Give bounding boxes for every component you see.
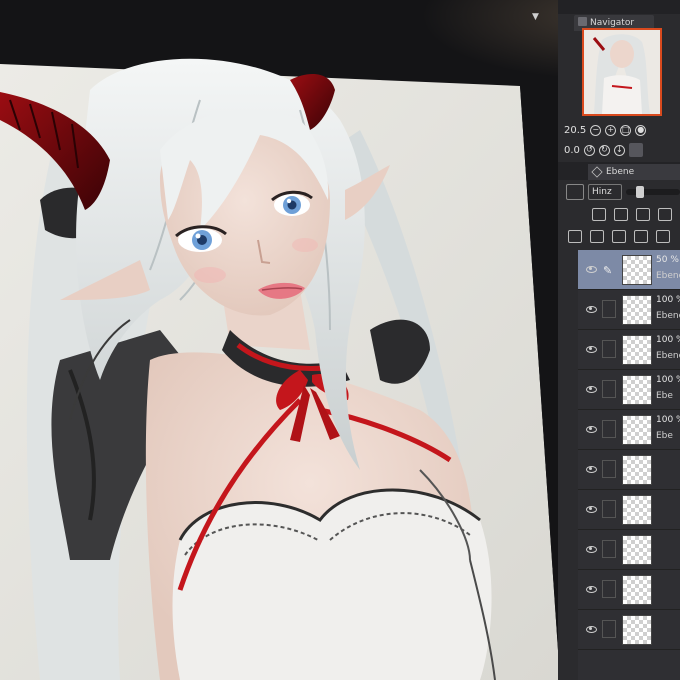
- rotate-left-icon[interactable]: ↺: [583, 144, 595, 156]
- navigator-rotation-row: 0.0 ↺ ↻ ↓: [560, 140, 680, 160]
- navigator-preview[interactable]: [582, 28, 662, 116]
- merge-icon[interactable]: [634, 229, 648, 243]
- eye-icon[interactable]: [586, 626, 597, 633]
- tab-layer[interactable]: Ebene: [588, 164, 680, 180]
- layer-color-box[interactable]: [566, 184, 584, 200]
- layer-name: Ebene: [656, 271, 680, 281]
- flip-icon[interactable]: [628, 143, 643, 157]
- copy-layer-icon[interactable]: [612, 229, 626, 243]
- layer-sub-box: [602, 340, 616, 358]
- lock-alpha-icon[interactable]: [658, 207, 672, 221]
- layer-sub-box: [602, 460, 616, 478]
- layer-row[interactable]: 100 % Ebene: [578, 290, 680, 330]
- layer-row[interactable]: ✎ 50 % H Ebene: [578, 250, 680, 290]
- eye-icon[interactable]: [586, 586, 597, 593]
- layer-row[interactable]: 100 % Ebe: [578, 410, 680, 450]
- drawing-canvas[interactable]: [0, 0, 560, 680]
- lock-icon[interactable]: [636, 207, 650, 221]
- zoom-value: 20.5: [564, 124, 587, 136]
- navigator-tab-label: Navigator: [590, 18, 635, 28]
- layer-sub-box: [602, 300, 616, 318]
- delete-icon[interactable]: [656, 229, 670, 243]
- layer-sub-box: [602, 420, 616, 438]
- eye-icon[interactable]: [586, 506, 597, 513]
- zoom-in-icon[interactable]: +: [605, 124, 617, 136]
- layer-thumbnail: [622, 375, 652, 405]
- clip-icon[interactable]: [592, 207, 606, 221]
- layer-thumbnail: [622, 335, 652, 365]
- layer-opacity: 100 %: [656, 295, 680, 305]
- opacity-slider-knob[interactable]: [636, 186, 644, 198]
- reference-icon[interactable]: [614, 207, 628, 221]
- layer-opacity: 100 %: [656, 415, 680, 425]
- layer-sub-box: [602, 380, 616, 398]
- opacity-slider[interactable]: [626, 186, 680, 198]
- layer-row[interactable]: 100 % Ebene: [578, 330, 680, 370]
- layer-thumbnail: [622, 615, 652, 645]
- chevron-down-icon[interactable]: ▼: [532, 12, 539, 22]
- layer-tool-row-1: [592, 204, 672, 224]
- layer-thumbnail: [622, 455, 652, 485]
- layer-opacity: 100 %: [656, 375, 680, 385]
- layer-row[interactable]: [578, 490, 680, 530]
- layer-row[interactable]: [578, 610, 680, 650]
- layer-thumbnail: [622, 495, 652, 525]
- layer-name: Ebene: [656, 351, 680, 361]
- layer-list[interactable]: ✎ 50 % H Ebene 100 % Ebene 100 % Ebene 1…: [578, 250, 680, 680]
- layer-row[interactable]: [578, 450, 680, 490]
- navigator-zoom-row: 20.5 − + □ ●: [560, 120, 680, 140]
- layer-name: Ebe: [656, 431, 673, 441]
- layer-tab-label: Ebene: [606, 167, 635, 177]
- layer-sub-box: [602, 540, 616, 558]
- layer-thumbnail: [622, 295, 652, 325]
- layer-thumbnail: [622, 415, 652, 445]
- eye-icon[interactable]: [586, 546, 597, 553]
- layer-thumbnail: [622, 535, 652, 565]
- zoom-out-icon[interactable]: −: [590, 124, 602, 136]
- layer-icon: [591, 166, 603, 178]
- navigator-thumbnail: [584, 30, 660, 114]
- layer-sub-box: [602, 620, 616, 638]
- pen-icon: ✎: [603, 264, 613, 277]
- eye-icon[interactable]: [586, 306, 597, 313]
- eye-icon[interactable]: [586, 426, 597, 433]
- new-layer-icon[interactable]: [568, 229, 582, 243]
- eye-icon[interactable]: [586, 386, 597, 393]
- reset-zoom-icon[interactable]: ●: [635, 124, 647, 136]
- folder-icon[interactable]: [590, 229, 604, 243]
- reset-icon[interactable]: ↓: [613, 144, 625, 156]
- panel-top-strip: [558, 0, 680, 14]
- layer-thumbnail: [622, 575, 652, 605]
- layer-sub-box: [602, 580, 616, 598]
- artwork-illustration: [0, 0, 560, 680]
- blend-row: Hinz: [566, 182, 680, 202]
- layer-row[interactable]: [578, 570, 680, 610]
- layer-name: Ebe: [656, 391, 673, 401]
- navigator-icon: [578, 17, 587, 26]
- fit-icon[interactable]: □: [620, 124, 632, 136]
- layer-sub-box: [602, 500, 616, 518]
- layer-opacity: 50 % H: [656, 255, 680, 265]
- eye-icon[interactable]: [586, 266, 597, 273]
- rotate-right-icon[interactable]: ↻: [598, 144, 610, 156]
- eye-icon[interactable]: [586, 466, 597, 473]
- layer-row[interactable]: 100 % Ebe: [578, 370, 680, 410]
- layer-tool-row-2: [568, 226, 670, 246]
- layer-name: Ebene: [656, 311, 680, 321]
- layer-row[interactable]: [578, 530, 680, 570]
- layer-thumbnail: [622, 255, 652, 285]
- rotation-value: 0.0: [564, 144, 580, 156]
- layer-opacity: 100 %: [656, 335, 680, 345]
- blend-mode-select[interactable]: Hinz: [588, 184, 622, 200]
- eye-icon[interactable]: [586, 346, 597, 353]
